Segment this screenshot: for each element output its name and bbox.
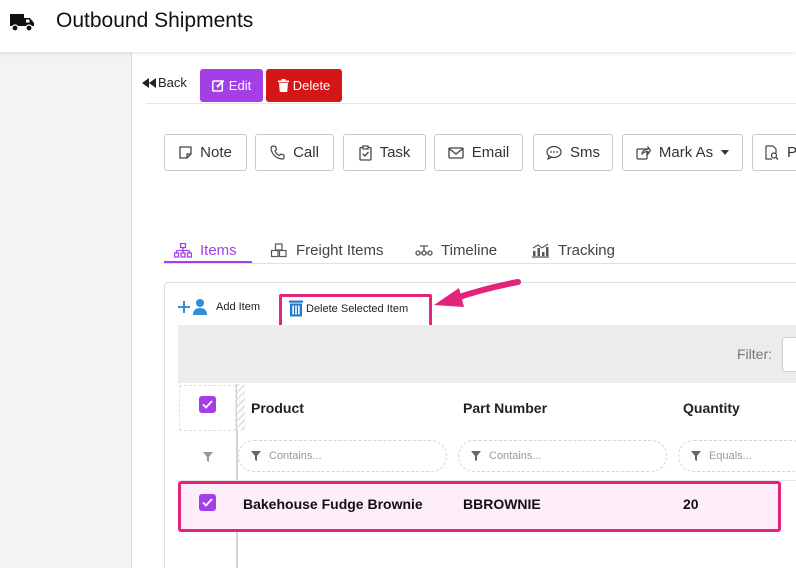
mark-as-label: Mark As <box>658 144 714 161</box>
call-label: Call <box>293 144 319 161</box>
filter-row-funnel-icon <box>203 452 213 462</box>
select-all-checkbox[interactable] <box>199 396 216 413</box>
grid-filter-bar <box>178 325 796 383</box>
check-icon <box>202 400 213 409</box>
phone-icon <box>270 145 285 160</box>
more-activity-button[interactable]: P <box>752 134 796 171</box>
back-button[interactable]: Back <box>142 75 187 90</box>
sms-button[interactable]: Sms <box>533 134 613 171</box>
tabs-divider <box>164 263 796 264</box>
chart-icon <box>532 243 549 258</box>
task-button[interactable]: Task <box>343 134 426 171</box>
back-label: Back <box>158 75 187 90</box>
part-number-filter-placeholder: Contains... <box>489 450 542 462</box>
tab-tracking-label: Tracking <box>558 241 615 259</box>
product-filter-placeholder: Contains... <box>269 450 322 462</box>
filter-input[interactable] <box>782 337 796 372</box>
edit-button[interactable]: Edit <box>200 69 263 102</box>
tab-freight-items-label: Freight Items <box>296 241 384 259</box>
page-title: Outbound Shipments <box>56 9 254 32</box>
sms-label: Sms <box>570 144 600 161</box>
add-user-icon <box>178 299 207 315</box>
add-item-button[interactable]: Add Item <box>178 298 260 316</box>
part-number-filter-input[interactable]: Contains... <box>458 440 667 472</box>
quantity-filter-input[interactable]: Equals... <box>678 440 796 472</box>
note-button[interactable]: Note <box>164 134 247 171</box>
edit-icon <box>211 79 225 92</box>
email-label: Email <box>471 144 510 161</box>
column-header-part-number[interactable]: Part Number <box>463 400 547 416</box>
quantity-filter-placeholder: Equals... <box>709 450 752 462</box>
share-icon <box>636 145 651 160</box>
funnel-icon <box>691 451 701 461</box>
more-activity-label: P <box>787 144 796 161</box>
cubes-icon <box>270 242 287 257</box>
timeline-icon <box>415 244 433 256</box>
sitemap-icon <box>174 242 192 258</box>
edit-label: Edit <box>228 78 252 93</box>
note-icon <box>179 146 192 159</box>
envelope-icon <box>448 146 464 159</box>
column-header-product[interactable]: Product <box>251 400 304 416</box>
column-header-quantity[interactable]: Quantity <box>683 400 740 416</box>
call-button[interactable]: Call <box>255 134 334 171</box>
delete-button[interactable]: Delete <box>266 69 342 102</box>
add-item-label: Add Item <box>216 301 261 313</box>
email-button[interactable]: Email <box>434 134 523 171</box>
product-filter-input[interactable]: Contains... <box>238 440 447 472</box>
funnel-icon <box>471 451 481 461</box>
note-label: Note <box>200 144 232 161</box>
highlight-box <box>178 481 781 532</box>
tab-timeline[interactable]: Timeline <box>415 237 497 263</box>
back-icon <box>142 77 156 88</box>
app-header: Outbound Shipments <box>0 0 796 52</box>
document-search-icon <box>765 145 779 160</box>
caret-down-icon <box>721 150 730 155</box>
filter-label: Filter: <box>737 346 772 362</box>
clipboard-icon <box>358 144 372 161</box>
funnel-icon <box>251 451 261 461</box>
mark-as-button[interactable]: Mark As <box>622 134 743 171</box>
divider <box>146 103 796 104</box>
delete-label: Delete <box>292 78 331 93</box>
trash-icon <box>277 79 289 92</box>
sms-icon <box>546 145 562 160</box>
column-resize-handle[interactable] <box>237 384 245 430</box>
truck-icon <box>10 14 34 32</box>
tab-tracking[interactable]: Tracking <box>531 237 615 263</box>
tab-items-label: Items <box>200 241 237 259</box>
annotation-arrow-icon <box>434 279 521 307</box>
task-label: Task <box>379 144 411 161</box>
tab-freight-items[interactable]: Freight Items <box>270 237 384 263</box>
tab-timeline-label: Timeline <box>441 241 498 259</box>
app-root: Outbound Shipments Back Edit Delete Note <box>0 0 796 568</box>
tab-items[interactable]: Items <box>174 237 237 263</box>
